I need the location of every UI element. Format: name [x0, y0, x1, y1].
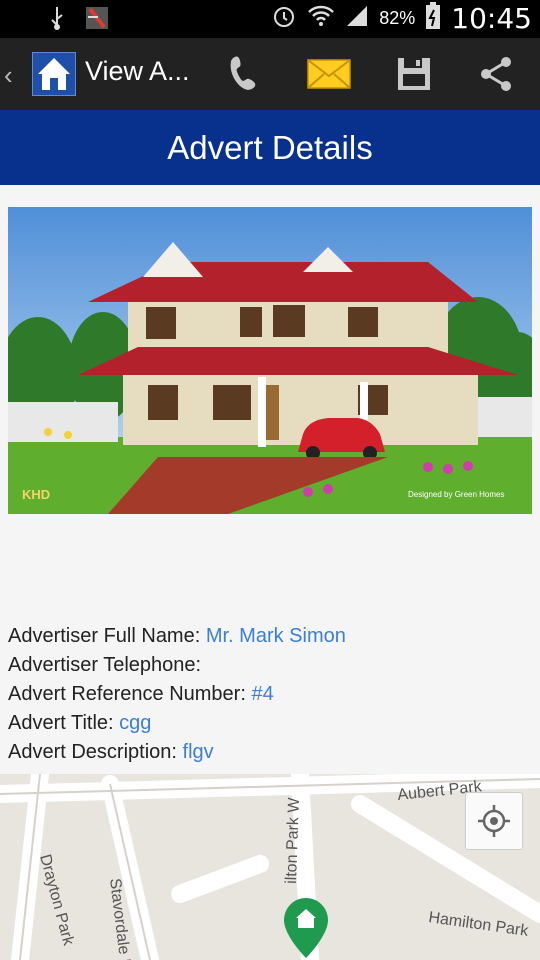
description-row: Advert Description: flgv	[8, 741, 214, 763]
page-title: Advert Details	[0, 110, 540, 185]
photo-watermark-logo: KHD	[22, 487, 50, 502]
my-location-button[interactable]	[465, 792, 523, 850]
advert-photo: KHD Designed by Green Homes	[8, 207, 532, 514]
map-marker-icon[interactable]	[284, 898, 328, 958]
signal-icon	[345, 4, 369, 33]
share-icon[interactable]	[474, 52, 518, 96]
battery-percent: 82%	[379, 8, 416, 28]
street-label: ilton Park W	[283, 796, 303, 884]
crosshair-icon	[478, 805, 510, 837]
status-bar: 82% 10:45	[0, 0, 540, 38]
full-name-value: Mr. Mark Simon	[205, 625, 346, 647]
action-bar: ‹ View A...	[0, 38, 540, 110]
photo-caption: Designed by Green Homes	[408, 490, 505, 499]
phone-icon[interactable]	[222, 52, 266, 96]
map-view[interactable]: Aubert Park Drayton Park Stavordale R il…	[0, 774, 540, 960]
reference-value: #4	[251, 683, 274, 705]
title-row: Advert Title: cgg	[8, 712, 152, 734]
no-signal-icon	[84, 5, 110, 36]
battery-icon	[425, 2, 441, 35]
street-label: Drayton Park	[36, 853, 77, 949]
alarm-icon	[271, 3, 297, 34]
usb-icon	[46, 5, 68, 36]
back-chevron-icon[interactable]: ‹	[4, 60, 13, 91]
reference-row: Advert Reference Number: #4	[8, 683, 274, 705]
email-icon[interactable]	[306, 52, 352, 96]
home-icon[interactable]	[31, 51, 77, 97]
save-icon[interactable]	[392, 52, 436, 96]
title-value: cgg	[119, 712, 152, 734]
advert-details: Advertiser Full Name: Mr. Mark Simon Adv…	[8, 622, 346, 767]
description-value: flgv	[182, 741, 214, 763]
telephone-row: Advertiser Telephone:	[8, 654, 202, 676]
street-label: Hamilton Park	[427, 909, 530, 940]
full-name-row: Advertiser Full Name: Mr. Mark Simon	[8, 625, 346, 647]
screen-title: View A...	[85, 56, 190, 86]
wifi-icon	[307, 4, 335, 33]
clock: 10:45	[451, 2, 532, 35]
